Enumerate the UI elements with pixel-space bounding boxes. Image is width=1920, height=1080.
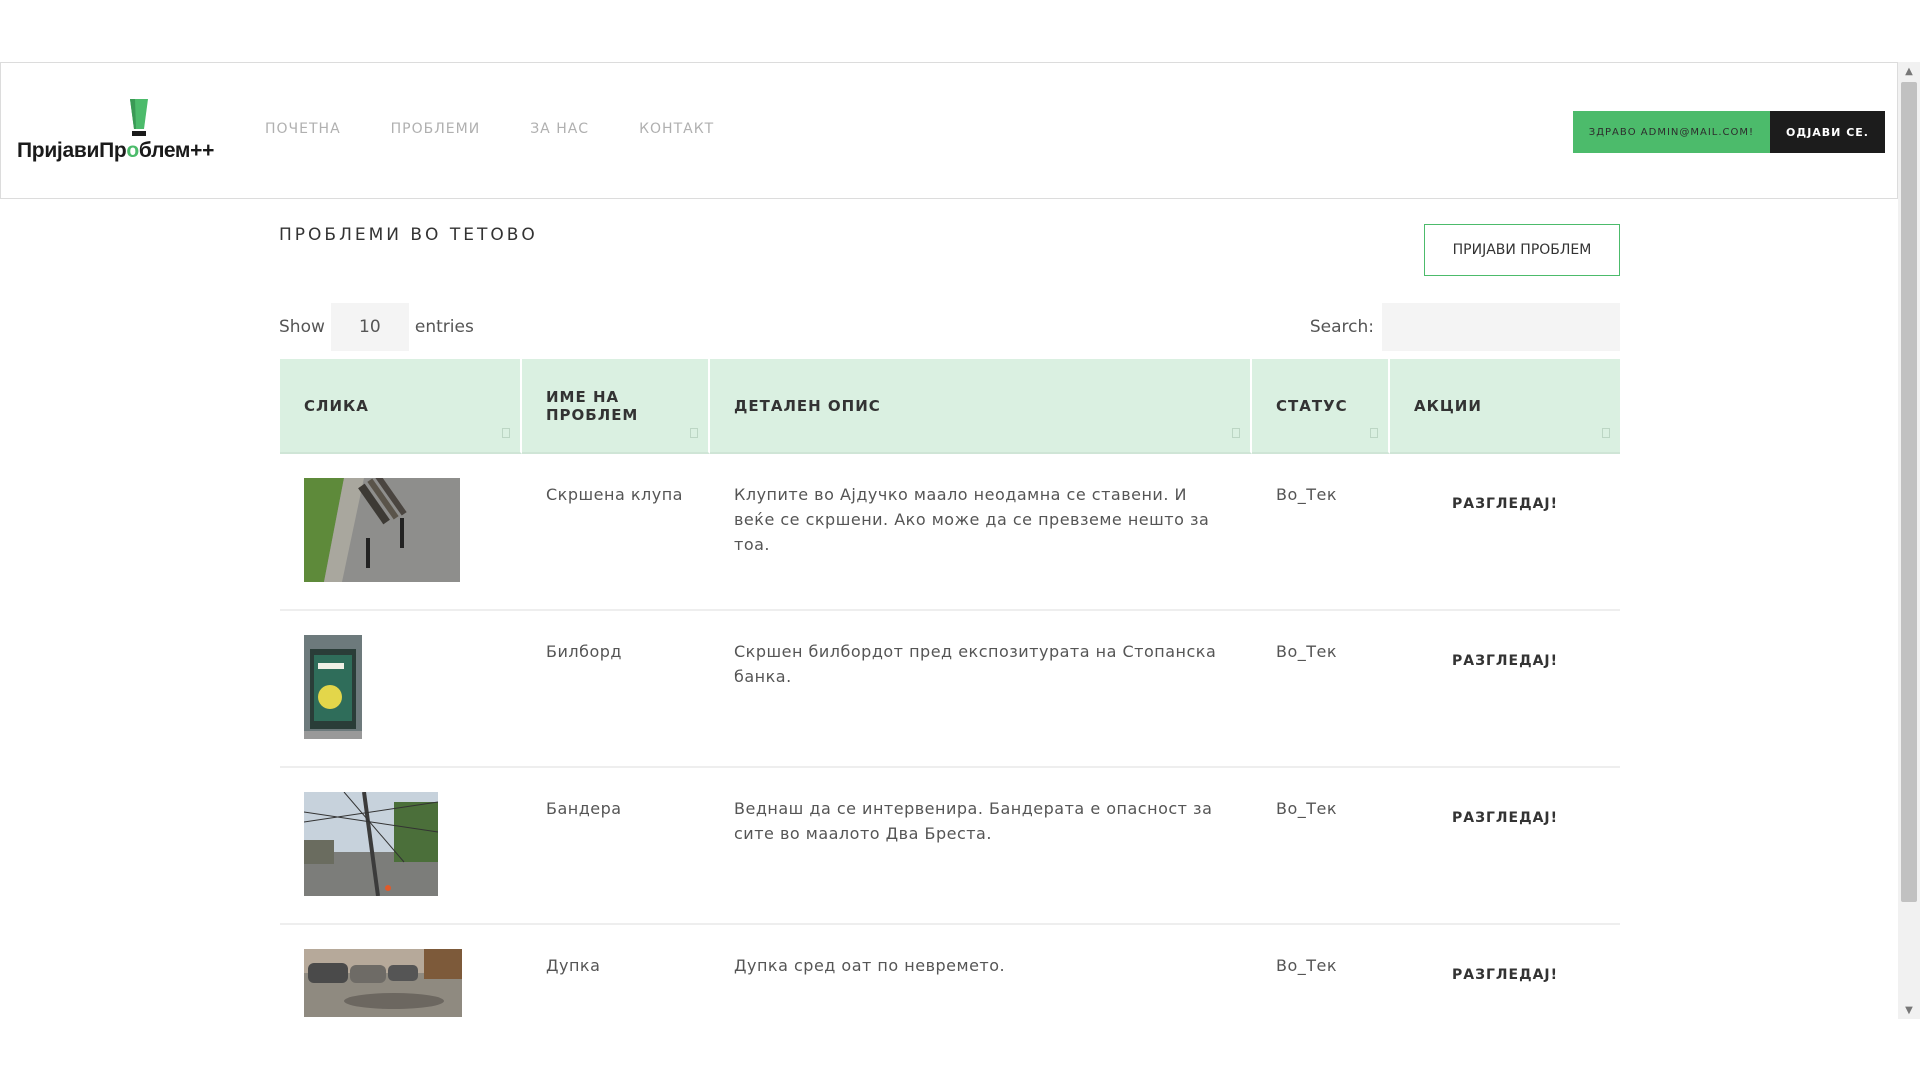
- top-blank-area: [0, 0, 1920, 62]
- entries-label: entries: [414, 317, 474, 337]
- problem-name-cell: Бандера: [522, 768, 710, 925]
- problem-description-cell: Веднаш да се интервенира. Бандерата е оп…: [710, 768, 1252, 925]
- search-input[interactable]: [1382, 303, 1620, 351]
- image-cell: [280, 768, 522, 925]
- flag-pole-photo-thumbnail[interactable]: [304, 792, 438, 896]
- sort-icon: [1370, 428, 1378, 438]
- view-button[interactable]: РАЗГЛЕДАЈ!: [1414, 963, 1596, 988]
- exclamation-logo-icon: [130, 99, 148, 136]
- problem-name-cell: Скршена клупа: [522, 454, 710, 611]
- table-row: Билборд Скршен билбордот пред експозитур…: [280, 611, 1620, 768]
- status-cell: Во_Тек: [1276, 956, 1338, 975]
- table-row: Дупка Дупка сред оат по невремето. Во_Те…: [280, 925, 1620, 1080]
- view-button[interactable]: РАЗГЛЕДАЈ!: [1414, 649, 1596, 674]
- problem-description-cell: Клупите во Ајдучко маало неодамна се ста…: [710, 454, 1252, 611]
- sort-icon: [1602, 428, 1610, 438]
- column-header-status[interactable]: СТАТУС: [1252, 359, 1390, 454]
- problem-description-cell: Дупка сред оат по невремето.: [734, 956, 1006, 975]
- status-cell: Во_Тек: [1252, 611, 1390, 768]
- column-header-description[interactable]: ДЕТАЛЕН ОПИС: [710, 359, 1252, 454]
- actions-cell: РАЗГЛЕДАЈ!: [1390, 611, 1620, 768]
- table-header-row: СЛИКА ИМЕ НА ПРОБЛЕМ ДЕТАЛЕН ОПИС СТАТУС…: [280, 359, 1620, 454]
- status-cell: Во_Тек: [1252, 768, 1390, 925]
- scroll-down-arrow-icon[interactable]: ▼: [1898, 1001, 1920, 1019]
- table-row: Бандера Веднаш да се интервенира. Бандер…: [280, 768, 1620, 925]
- report-problem-button[interactable]: ПРИЈАВИ ПРОБЛЕМ: [1424, 224, 1620, 276]
- view-button[interactable]: РАЗГЛЕДАЈ!: [1414, 492, 1596, 517]
- search-control: Search:: [1310, 303, 1620, 351]
- column-header-image[interactable]: СЛИКА: [280, 359, 522, 454]
- actions-cell: РАЗГЛЕДАЈ!: [1390, 925, 1620, 1080]
- scroll-thumb[interactable]: [1901, 82, 1917, 902]
- pothole-photo-thumbnail[interactable]: [304, 949, 462, 1017]
- show-label: Show: [279, 317, 325, 337]
- problems-table: СЛИКА ИМЕ НА ПРОБЛЕМ ДЕТАЛЕН ОПИС СТАТУС…: [280, 359, 1620, 1080]
- page-scrollbar[interactable]: ▲ ▼: [1898, 62, 1920, 1019]
- column-header-name[interactable]: ИМЕ НА ПРОБЛЕМ: [522, 359, 710, 454]
- scroll-up-arrow-icon[interactable]: ▲: [1898, 62, 1920, 80]
- problem-name-cell: Дупка: [546, 956, 601, 975]
- table-row: Скршена клупа Клупите во Ајдучко маало н…: [280, 454, 1620, 611]
- user-box: ЗДРАВО ADMIN@MAIL.COM! ОДЈАВИ СЕ.: [1572, 111, 1885, 153]
- actions-cell: РАЗГЛЕДАЈ!: [1390, 454, 1620, 611]
- sort-icon: [502, 428, 510, 438]
- entries-select[interactable]: 10: [330, 303, 409, 351]
- logout-button[interactable]: ОДЈАВИ СЕ.: [1770, 111, 1885, 153]
- problem-description-cell: Скршен билбордот пред експозитурата на С…: [710, 611, 1252, 768]
- column-header-actions[interactable]: АКЦИИ: [1390, 359, 1620, 454]
- user-greeting-button[interactable]: ЗДРАВО ADMIN@MAIL.COM!: [1572, 111, 1771, 153]
- nav-item-home[interactable]: ПОЧЕТНА: [265, 121, 341, 137]
- navbar: ПријавиПрoблем++ ПОЧЕТНА ПРОБЛЕМИ ЗА НАС…: [0, 62, 1898, 199]
- nav-item-about[interactable]: ЗА НАС: [530, 121, 589, 137]
- image-cell: [280, 454, 522, 611]
- actions-cell: РАЗГЛЕДАЈ!: [1390, 768, 1620, 925]
- main-nav: ПОЧЕТНА ПРОБЛЕМИ ЗА НАС КОНТАКТ: [265, 121, 714, 137]
- view-button[interactable]: РАЗГЛЕДАЈ!: [1414, 806, 1596, 831]
- nav-item-problems[interactable]: ПРОБЛЕМИ: [391, 121, 481, 137]
- entries-length-control: Show 10 entries: [279, 303, 474, 351]
- search-label: Search:: [1309, 317, 1374, 337]
- problem-name-cell: Билборд: [522, 611, 710, 768]
- status-cell: Во_Тек: [1252, 454, 1390, 611]
- sort-icon: [690, 428, 698, 438]
- image-cell: [280, 611, 522, 768]
- brand-name: ПријавиПрoблем++: [17, 139, 215, 162]
- brand-logo[interactable]: ПријавиПрoблем++: [17, 99, 227, 169]
- page-title: ПРОБЛЕМИ ВО ТЕТОВО: [279, 225, 538, 245]
- bench-photo-thumbnail[interactable]: [304, 478, 460, 582]
- image-cell: [280, 925, 522, 1080]
- nav-item-contact[interactable]: КОНТАКТ: [639, 121, 714, 137]
- sort-icon: [1232, 428, 1240, 438]
- billboard-photo-thumbnail[interactable]: [304, 635, 362, 739]
